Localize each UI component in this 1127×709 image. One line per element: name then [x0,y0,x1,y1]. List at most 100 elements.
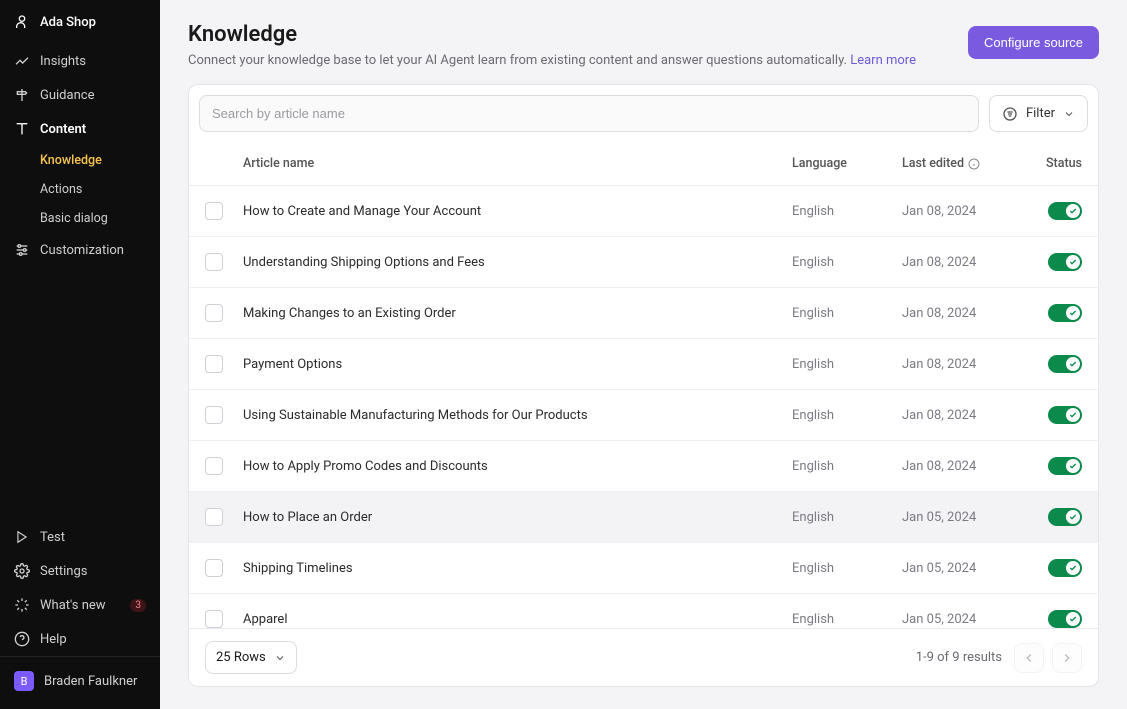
article-edited: Jan 08, 2024 [902,204,1022,219]
sidebar-item-label: Insights [40,54,86,69]
status-toggle[interactable] [1048,304,1082,322]
article-language: English [792,306,902,321]
table-row[interactable]: Using Sustainable Manufacturing Methods … [189,390,1098,441]
article-name: How to Place an Order [243,510,792,525]
article-name: Making Changes to an Existing Order [243,306,792,321]
row-checkbox[interactable] [205,508,223,526]
article-edited: Jan 08, 2024 [902,408,1022,423]
sidebar-item-help[interactable]: Help [0,622,160,656]
table-row[interactable]: Understanding Shipping Options and Fees … [189,237,1098,288]
logo-icon [14,14,30,30]
article-name: How to Create and Manage Your Account [243,204,792,219]
table-footer: 25 Rows 1-9 of 9 results [189,628,1098,686]
help-icon [14,631,30,647]
row-checkbox[interactable] [205,304,223,322]
chevron-down-icon [274,652,286,664]
article-name: How to Apply Promo Codes and Discounts [243,459,792,474]
sidebar-item-label: Test [40,530,65,545]
rows-label: 25 Rows [216,650,266,665]
article-edited: Jan 05, 2024 [902,510,1022,525]
knowledge-panel: Filter Article name Language Last edited… [188,84,1099,687]
row-checkbox[interactable] [205,610,223,628]
filter-label: Filter [1026,106,1055,121]
rows-per-page-select[interactable]: 25 Rows [205,641,297,674]
article-edited: Jan 08, 2024 [902,459,1022,474]
article-edited: Jan 05, 2024 [902,561,1022,576]
row-checkbox[interactable] [205,559,223,577]
book-icon [14,121,30,137]
row-checkbox[interactable] [205,406,223,424]
sidebar-item-content[interactable]: Content [0,112,160,146]
article-edited: Jan 08, 2024 [902,306,1022,321]
table-row[interactable]: Apparel English Jan 05, 2024 [189,594,1098,628]
col-name: Article name [243,156,792,171]
filter-icon [1002,106,1018,122]
learn-more-link[interactable]: Learn more [850,53,916,68]
article-language: English [792,510,902,525]
status-toggle[interactable] [1048,457,1082,475]
table-row[interactable]: Shipping Timelines English Jan 05, 2024 [189,543,1098,594]
page-subtitle: Connect your knowledge base to let your … [188,53,916,68]
subnav-knowledge[interactable]: Knowledge [40,146,160,175]
subnav-basic-dialog[interactable]: Basic dialog [40,204,160,233]
content-subnav: Knowledge Actions Basic dialog [0,146,160,233]
search-row: Filter [189,85,1098,142]
subnav-actions[interactable]: Actions [40,175,160,204]
status-toggle[interactable] [1048,610,1082,628]
table-header: Article name Language Last edited Status [189,142,1098,186]
article-language: English [792,459,902,474]
configure-source-button[interactable]: Configure source [968,26,1099,59]
row-checkbox[interactable] [205,202,223,220]
row-checkbox[interactable] [205,253,223,271]
filter-button[interactable]: Filter [989,95,1088,132]
chevron-down-icon [1063,108,1075,120]
sidebar-item-guidance[interactable]: Guidance [0,78,160,112]
article-name: Shipping Timelines [243,561,792,576]
app-brand[interactable]: Ada Shop [0,0,160,38]
table-row[interactable]: How to Create and Manage Your Account En… [189,186,1098,237]
sidebar-footer: Test Settings What's new 3 Help B Braden… [0,520,160,709]
next-page-button[interactable] [1052,643,1082,673]
results-count: 1-9 of 9 results [916,650,1002,665]
status-toggle[interactable] [1048,508,1082,526]
article-edited: Jan 05, 2024 [902,612,1022,627]
article-name: Apparel [243,612,792,627]
table-row[interactable]: How to Apply Promo Codes and Discounts E… [189,441,1098,492]
status-toggle[interactable] [1048,406,1082,424]
sidebar-item-test[interactable]: Test [0,520,160,554]
table-row[interactable]: How to Place an Order English Jan 05, 20… [189,492,1098,543]
user-name: Braden Faulkner [44,674,137,689]
sidebar-item-label: Settings [40,564,87,579]
sidebar-item-label: Help [40,632,67,647]
sidebar-item-customization[interactable]: Customization [0,233,160,267]
sidebar-item-label: Content [40,122,86,137]
signpost-icon [14,87,30,103]
info-icon [968,158,980,170]
user-menu[interactable]: B Braden Faulkner [0,656,160,709]
pager [1014,643,1082,673]
sidebar-item-whats-new[interactable]: What's new 3 [0,588,160,622]
sidebar: Ada Shop Insights Guidance Content Knowl… [0,0,160,709]
sliders-icon [14,242,30,258]
sidebar-item-label: What's new [40,598,106,613]
prev-page-button[interactable] [1014,643,1044,673]
status-toggle[interactable] [1048,202,1082,220]
status-toggle[interactable] [1048,355,1082,373]
status-toggle[interactable] [1048,253,1082,271]
article-name: Understanding Shipping Options and Fees [243,255,792,270]
play-icon [14,529,30,545]
app-name: Ada Shop [40,15,96,30]
table-row[interactable]: Payment Options English Jan 08, 2024 [189,339,1098,390]
status-toggle[interactable] [1048,559,1082,577]
row-checkbox[interactable] [205,355,223,373]
article-name: Payment Options [243,357,792,372]
sidebar-item-insights[interactable]: Insights [0,44,160,78]
sidebar-item-settings[interactable]: Settings [0,554,160,588]
search-input[interactable] [199,95,979,132]
row-checkbox[interactable] [205,457,223,475]
gear-icon [14,563,30,579]
main-content: Knowledge Connect your knowledge base to… [160,0,1127,709]
article-name: Using Sustainable Manufacturing Methods … [243,408,792,423]
table-body: How to Create and Manage Your Account En… [189,186,1098,628]
table-row[interactable]: Making Changes to an Existing Order Engl… [189,288,1098,339]
